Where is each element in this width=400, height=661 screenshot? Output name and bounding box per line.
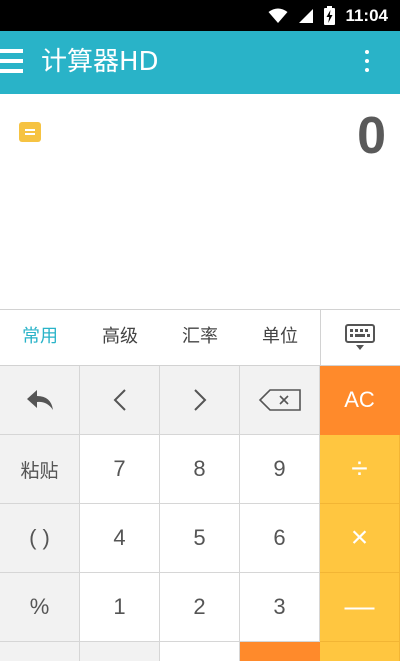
parentheses-button[interactable]: ( ) — [0, 504, 80, 573]
backspace-button[interactable] — [240, 366, 320, 435]
more-vert-icon[interactable] — [364, 49, 370, 75]
tab-exchange-rate[interactable]: 汇率 — [160, 310, 240, 366]
history-list-icon[interactable] — [19, 122, 41, 142]
paste-button[interactable]: 粘贴 — [0, 435, 80, 504]
mode-tabs: 常用 高级 汇率 单位 — [0, 309, 400, 366]
key-row5-col4[interactable] — [240, 642, 320, 661]
status-icons: 11:04 — [268, 0, 388, 31]
digit-1-button[interactable]: 1 — [80, 573, 160, 642]
digit-4-button[interactable]: 4 — [80, 504, 160, 573]
app-bar: 计算器HD — [0, 31, 400, 94]
chevron-right-icon — [193, 389, 206, 411]
multiply-button[interactable]: × — [320, 504, 400, 573]
tab-common[interactable]: 常用 — [0, 310, 80, 366]
undo-arrow-icon — [26, 390, 53, 410]
digit-3-button[interactable]: 3 — [240, 573, 320, 642]
menu-icon[interactable] — [0, 49, 24, 75]
cursor-right-button[interactable] — [160, 366, 240, 435]
result-value: 0 — [357, 107, 386, 165]
digit-9-button[interactable]: 9 — [240, 435, 320, 504]
percent-button[interactable]: % — [0, 573, 80, 642]
keyboard-icon — [345, 324, 375, 350]
app-title: 计算器HD — [41, 47, 159, 77]
digit-6-button[interactable]: 6 — [240, 504, 320, 573]
digit-7-button[interactable]: 7 — [80, 435, 160, 504]
divide-button[interactable]: ÷ — [320, 435, 400, 504]
undo-button[interactable] — [0, 366, 80, 435]
cursor-left-button[interactable] — [80, 366, 160, 435]
digit-5-button[interactable]: 5 — [160, 504, 240, 573]
key-row5-col1[interactable] — [0, 642, 80, 661]
tab-advanced[interactable]: 高级 — [80, 310, 160, 366]
tab-units[interactable]: 单位 — [240, 310, 320, 366]
subtract-button[interactable]: — — [320, 573, 400, 642]
wifi-icon — [268, 8, 288, 23]
status-time: 11:04 — [345, 5, 388, 25]
backspace-icon — [258, 389, 301, 411]
digit-8-button[interactable]: 8 — [160, 435, 240, 504]
status-bar: 11:04 — [0, 0, 400, 31]
key-row5-col3[interactable] — [160, 642, 240, 661]
digit-2-button[interactable]: 2 — [160, 573, 240, 642]
keyboard-toggle-button[interactable] — [320, 310, 400, 366]
key-row5-col2[interactable] — [80, 642, 160, 661]
clear-button[interactable]: AC — [320, 366, 400, 435]
chevron-left-icon — [113, 389, 126, 411]
calculator-display: 0 — [0, 94, 400, 309]
keypad: AC 粘贴 7 8 9 ÷ ( ) 4 5 6 × % 1 2 3 — — [0, 366, 400, 661]
signal-icon — [299, 8, 314, 23]
battery-charging-icon — [324, 6, 336, 25]
key-row5-col5[interactable] — [320, 642, 400, 661]
